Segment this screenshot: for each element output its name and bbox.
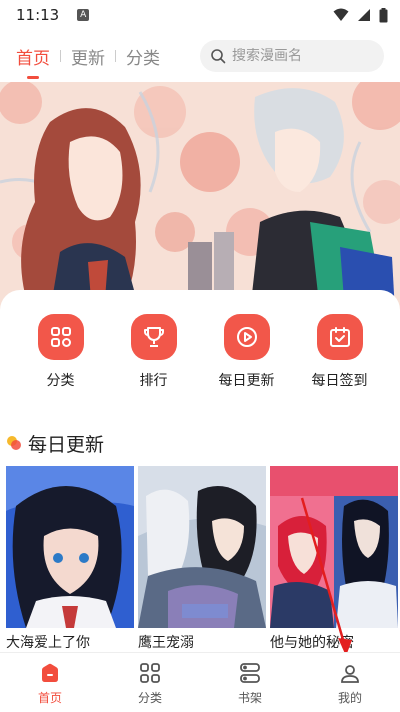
tab-update-label: 更新 <box>71 48 105 69</box>
tab-category-label: 分类 <box>126 48 160 69</box>
bookshelf-icon <box>240 663 260 683</box>
tab-home[interactable]: 首页 <box>16 44 50 79</box>
search-box[interactable] <box>200 40 384 72</box>
shortcut-daily-checkin-label: 每日签到 <box>311 373 368 389</box>
nav-profile[interactable]: 我的 <box>310 653 390 712</box>
status-bar: 11:13 A <box>0 0 400 30</box>
shortcut-ranking-label: 排行 <box>139 373 168 389</box>
shortcut-ranking[interactable]: 排行 <box>114 290 194 408</box>
shortcut-category-label: 分类 <box>46 373 75 389</box>
tab-category[interactable]: 分类 <box>126 44 160 69</box>
status-icons <box>333 7 388 23</box>
trophy-icon <box>130 314 177 360</box>
comic-cover <box>6 466 134 628</box>
tab-divider <box>115 50 116 62</box>
status-time: 11:13 <box>16 6 60 24</box>
shortcut-category[interactable]: 分类 <box>21 290 101 408</box>
section-marker-icon <box>7 436 21 450</box>
comic-title: 大海爱上了你 <box>6 635 90 651</box>
shortcut-daily-update[interactable]: 每日更新 <box>207 290 287 408</box>
comic-cover <box>138 466 266 628</box>
battery-icon <box>379 7 388 22</box>
shortcut-daily-checkin[interactable]: 每日签到 <box>300 290 380 408</box>
comic-title: 他与她的秘密 <box>270 635 354 651</box>
tab-active-indicator <box>27 75 39 79</box>
comic-title: 鹰王宠溺 <box>138 635 194 651</box>
tab-home-label: 首页 <box>16 48 50 69</box>
notification-icon: A <box>77 9 90 21</box>
wifi-icon <box>333 8 349 21</box>
comic-card[interactable]: 他与她的秘密 <box>270 466 398 652</box>
home-icon <box>42 663 58 682</box>
nav-home[interactable]: 首页 <box>10 653 90 712</box>
banner-illustration <box>0 82 400 312</box>
category-grid-icon <box>37 314 84 360</box>
nav-home-label: 首页 <box>37 691 62 705</box>
signal-icon <box>358 9 370 21</box>
bottom-nav: 首页 分类 书架 我的 <box>0 652 400 712</box>
search-icon <box>211 49 226 64</box>
tab-update[interactable]: 更新 <box>71 44 105 69</box>
top-nav: 首页 更新 分类 <box>0 34 400 79</box>
grid-icon <box>140 663 160 683</box>
section-header: 每日更新 <box>6 428 104 458</box>
section-title: 每日更新 <box>28 433 105 456</box>
calendar-check-icon <box>316 314 363 360</box>
search-input[interactable] <box>232 48 372 64</box>
nav-bookshelf-label: 书架 <box>237 691 262 705</box>
banner-carousel[interactable] <box>0 82 400 312</box>
comic-card[interactable]: 大海爱上了你 <box>6 466 134 652</box>
comic-cover <box>270 466 398 628</box>
shortcut-panel: 分类 排行 每日更新 每日签到 <box>0 290 400 408</box>
nav-category[interactable]: 分类 <box>110 653 190 712</box>
shortcut-daily-update-label: 每日更新 <box>218 373 275 389</box>
comic-card[interactable]: 鹰王宠溺 <box>138 466 266 652</box>
tab-divider <box>60 50 61 62</box>
nav-profile-label: 我的 <box>337 691 362 705</box>
nav-category-label: 分类 <box>137 691 162 705</box>
profile-icon <box>341 665 359 683</box>
comic-list: 大海爱上了你 鹰王宠溺 他与她的秘密 <box>6 466 400 652</box>
nav-bookshelf[interactable]: 书架 <box>210 653 290 712</box>
play-circle-icon <box>223 314 270 360</box>
